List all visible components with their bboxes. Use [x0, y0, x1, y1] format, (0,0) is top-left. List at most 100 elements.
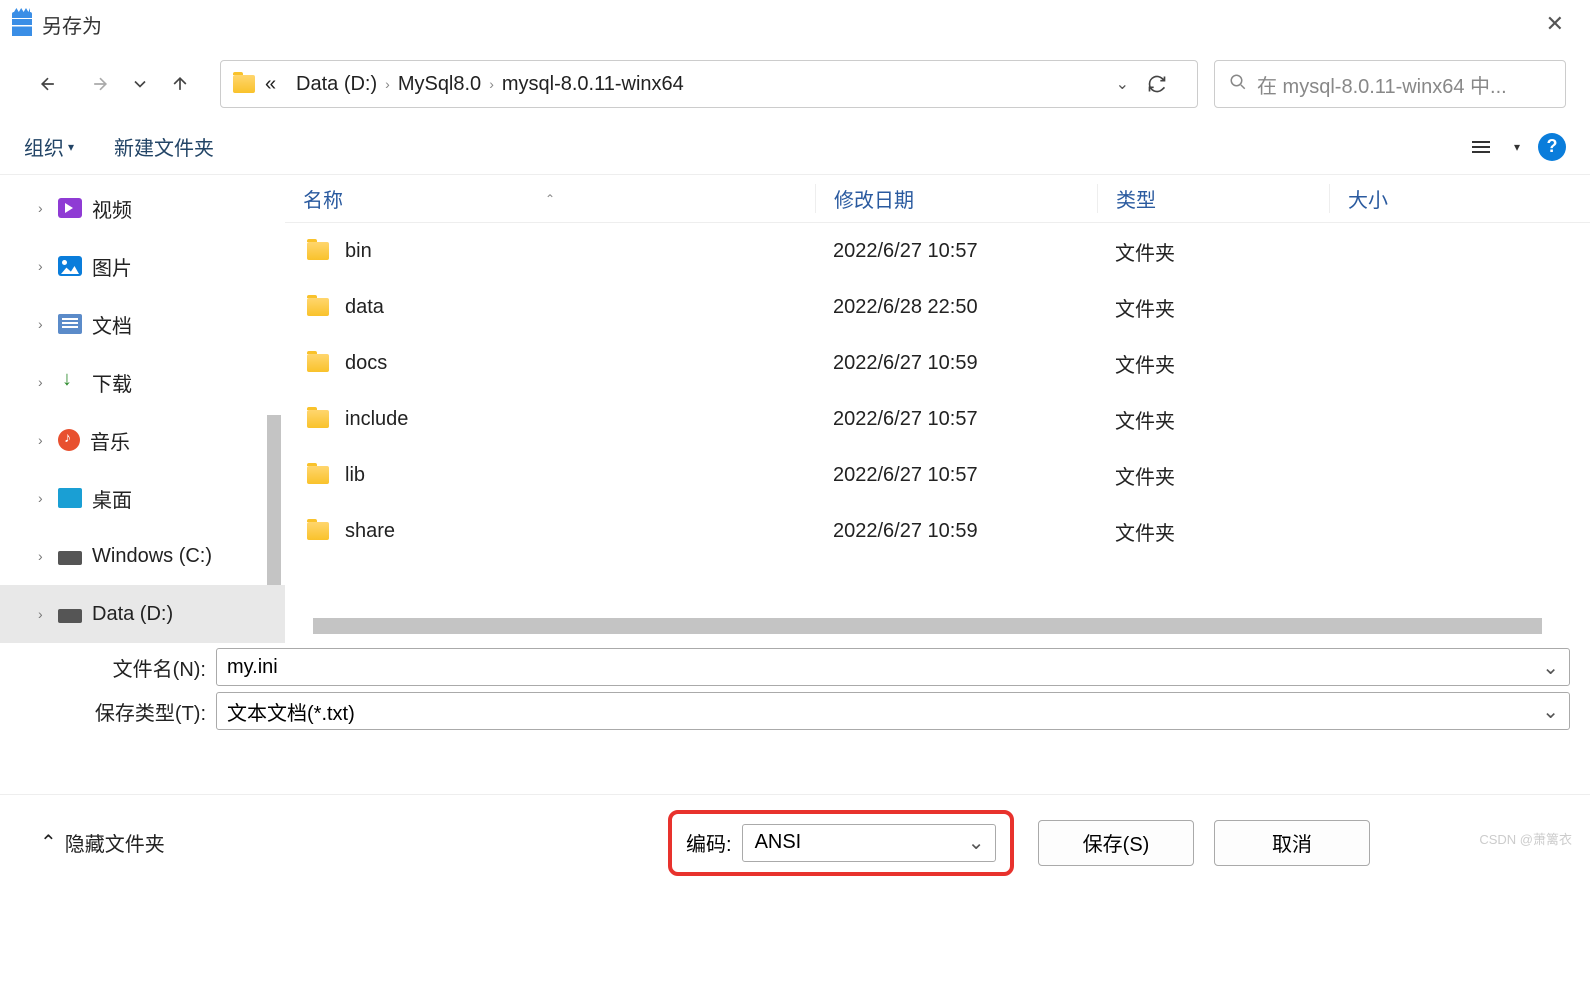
file-type: 文件夹: [1097, 517, 1329, 546]
encoding-highlight: 编码: ANSI⌄: [668, 810, 1014, 876]
breadcrumb-part[interactable]: Data (D:): [296, 73, 377, 96]
chevron-right-icon: ›: [38, 374, 52, 390]
file-type: 文件夹: [1097, 349, 1329, 378]
sidebar-item-windows-c-[interactable]: › Windows (C:): [0, 527, 285, 585]
chevron-down-icon[interactable]: ⌄: [968, 830, 985, 855]
sidebar-item--[interactable]: › 下载: [0, 353, 285, 411]
file-name: include: [345, 408, 408, 431]
doc-icon: [58, 314, 82, 334]
chevron-right-icon: ›: [385, 76, 390, 92]
drive-icon: [58, 551, 82, 565]
column-headers: 名称⌃ 修改日期 类型 大小: [285, 175, 1590, 223]
sidebar-item--[interactable]: ›音乐: [0, 411, 285, 469]
file-date: 2022/6/27 10:57: [815, 464, 1097, 487]
sidebar-item-label: Data (D:): [92, 603, 173, 626]
folder-icon: [307, 298, 329, 316]
column-name[interactable]: 名称⌃: [285, 184, 815, 213]
filename-label: 文件名(N):: [20, 653, 216, 682]
back-button[interactable]: [24, 60, 72, 108]
sidebar-item--[interactable]: ›文档: [0, 295, 285, 353]
file-type: 文件夹: [1097, 461, 1329, 490]
navbar: « Data (D:) › MySql8.0 › mysql-8.0.11-wi…: [0, 48, 1590, 120]
music-icon: [58, 429, 80, 451]
close-button[interactable]: ✕: [1532, 5, 1578, 43]
save-button[interactable]: 保存(S): [1038, 820, 1194, 866]
chevron-right-icon: ›: [38, 258, 52, 274]
sidebar-item-label: 桌面: [92, 484, 132, 513]
sidebar-item--[interactable]: › 视频: [0, 179, 285, 237]
cancel-button[interactable]: 取消: [1214, 820, 1370, 866]
file-row[interactable]: lib 2022/6/27 10:57文件夹: [285, 447, 1590, 503]
forward-button[interactable]: [76, 60, 124, 108]
sidebar-item-data-d-[interactable]: › Data (D:): [0, 585, 285, 643]
breadcrumb[interactable]: « Data (D:) › MySql8.0 › mysql-8.0.11-wi…: [220, 60, 1198, 108]
sidebar-item-label: Windows (C:): [92, 545, 212, 568]
sidebar: › 视频 › 图片 ›文档 › 下载 ›音乐›桌面 › Windows (C:) › Data (D:…: [0, 175, 285, 634]
file-row[interactable]: share2022/6/27 10:59文件夹: [285, 503, 1590, 559]
chevron-right-icon: ›: [38, 548, 52, 564]
file-date: 2022/6/27 10:59: [815, 352, 1097, 375]
column-size[interactable]: 大小: [1329, 184, 1590, 213]
sort-ascending-icon: ⌃: [545, 192, 555, 206]
sidebar-item-label: 下载: [92, 368, 132, 397]
sidebar-item-label: 视频: [92, 194, 132, 223]
sidebar-item-label: 图片: [92, 252, 132, 281]
down-icon: [58, 372, 82, 392]
breadcrumb-part[interactable]: MySql8.0: [398, 73, 481, 96]
column-type[interactable]: 类型: [1097, 184, 1329, 213]
refresh-button[interactable]: [1137, 64, 1177, 104]
file-row[interactable]: docs 2022/6/27 10:59文件夹: [285, 335, 1590, 391]
chevron-down-icon[interactable]: ▾: [1514, 140, 1520, 154]
caret-up-icon: ⌃: [40, 830, 57, 855]
file-type: 文件夹: [1097, 405, 1329, 434]
file-row[interactable]: data2022/6/28 22:50文件夹: [285, 279, 1590, 335]
file-type: 文件夹: [1097, 293, 1329, 322]
file-date: 2022/6/27 10:57: [815, 240, 1097, 263]
drive-icon: [58, 609, 82, 623]
folder-icon: [307, 242, 329, 260]
footer: ⌃隐藏文件夹 编码: ANSI⌄ 保存(S) 取消: [0, 794, 1590, 890]
new-folder-button[interactable]: 新建文件夹: [114, 132, 214, 161]
folder-icon: [307, 410, 329, 428]
search-input[interactable]: 在 mysql-8.0.11-winx64 中...: [1214, 60, 1566, 108]
recent-dropdown[interactable]: [128, 60, 152, 108]
help-button[interactable]: ?: [1538, 133, 1566, 161]
search-placeholder: 在 mysql-8.0.11-winx64 中...: [1257, 70, 1551, 99]
file-row[interactable]: include 2022/6/27 10:57文件夹: [285, 391, 1590, 447]
search-icon: [1229, 73, 1247, 96]
filetype-label: 保存类型(T):: [20, 697, 216, 726]
organize-menu[interactable]: 组织▾: [24, 132, 74, 161]
filetype-select[interactable]: 文本文档(*.txt)⌄: [216, 692, 1570, 730]
encoding-select[interactable]: ANSI⌄: [742, 824, 996, 862]
sidebar-item-label: 文档: [92, 310, 132, 339]
up-button[interactable]: [156, 60, 204, 108]
hide-folders-toggle[interactable]: ⌃隐藏文件夹: [40, 828, 165, 857]
column-date[interactable]: 修改日期: [815, 184, 1097, 213]
sidebar-item--[interactable]: › 图片: [0, 237, 285, 295]
sidebar-item--[interactable]: ›桌面: [0, 469, 285, 527]
breadcrumb-dropdown[interactable]: ⌄: [1108, 74, 1137, 94]
chevron-down-icon[interactable]: ⌄: [1542, 699, 1559, 724]
breadcrumb-part[interactable]: mysql-8.0.11-winx64: [502, 73, 684, 96]
chevron-right-icon: ›: [489, 76, 494, 92]
folder-icon: [307, 354, 329, 372]
watermark: CSDN @萧篱衣: [1479, 829, 1572, 848]
chevron-right-icon: ›: [38, 606, 52, 622]
chevron-right-icon: ›: [38, 200, 52, 216]
file-name: bin: [345, 240, 372, 263]
file-name: docs: [345, 352, 387, 375]
chevron-down-icon[interactable]: ⌄: [1542, 655, 1559, 680]
horizontal-scrollbar[interactable]: [313, 618, 1542, 634]
pic-icon: [58, 256, 82, 276]
folder-icon: [307, 522, 329, 540]
file-row[interactable]: bin2022/6/27 10:57文件夹: [285, 223, 1590, 279]
filename-input[interactable]: my.ini⌄: [216, 648, 1570, 686]
view-options-button[interactable]: [1466, 135, 1496, 159]
sidebar-scrollbar[interactable]: [267, 415, 281, 585]
file-date: 2022/6/27 10:57: [815, 408, 1097, 431]
file-name: lib: [345, 464, 365, 487]
encoding-label: 编码:: [686, 828, 732, 857]
video-icon: [58, 198, 82, 218]
folder-icon: [307, 466, 329, 484]
file-name: share: [345, 520, 395, 543]
